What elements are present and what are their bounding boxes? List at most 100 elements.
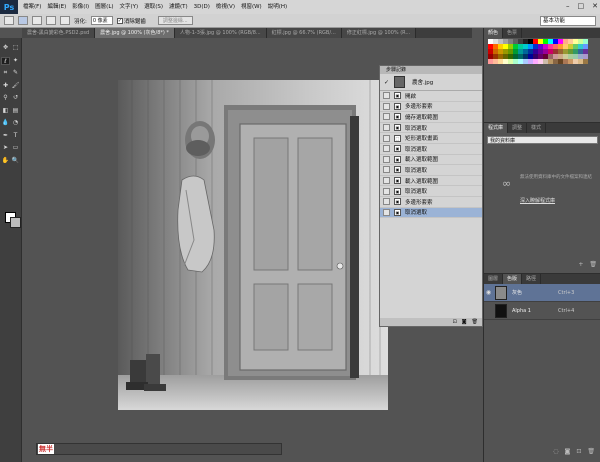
history-item[interactable]: ▣ 取消選取 <box>380 144 482 155</box>
close-button[interactable]: ✕ <box>592 2 598 10</box>
history-item[interactable]: ▣ 儲存選取範圍 <box>380 112 482 123</box>
history-brush-source-box[interactable] <box>383 92 390 100</box>
tab-swatches[interactable]: 色票 <box>503 28 523 38</box>
document-tab[interactable]: 農舍.jpg @ 100% (灰色/8*) * <box>95 28 175 38</box>
history-brush-tool-icon[interactable]: ↺ <box>11 94 20 102</box>
eyedropper-tool-icon[interactable]: ✎ <box>11 69 20 77</box>
brush-tool-icon[interactable]: 🖌 <box>11 82 20 90</box>
background-color-swatch[interactable] <box>10 217 21 228</box>
new-snapshot-icon[interactable]: ◙ <box>462 319 467 325</box>
save-selection-icon[interactable]: ◙ <box>565 448 571 458</box>
document-tab[interactable]: 農舍-黑白變彩色.PSD2.psd <box>22 28 96 38</box>
new-document-from-state-icon[interactable]: ⊡ <box>453 319 457 325</box>
antialias-toggle[interactable]: ✓ 消除鋸齒 <box>116 17 146 25</box>
menu-item[interactable]: 檢視(V) <box>213 0 238 14</box>
zoom-level-field[interactable]: 無半 <box>38 444 54 454</box>
history-item[interactable]: ▣ 載入選取範圍 <box>380 176 482 187</box>
menu-item[interactable]: 影像(I) <box>69 0 92 14</box>
shape-tool-icon[interactable]: ▭ <box>11 144 20 152</box>
history-brush-source-box[interactable] <box>383 187 390 195</box>
workspace-select[interactable]: 基本功能 <box>540 16 596 26</box>
blur-tool-icon[interactable]: 💧 <box>1 119 10 127</box>
lasso-tool-icon[interactable]: ℓ <box>1 56 10 65</box>
menu-item[interactable]: 濾鏡(T) <box>166 0 191 14</box>
menu-item[interactable]: 文字(Y) <box>117 0 142 14</box>
history-brush-source-box[interactable] <box>383 155 390 163</box>
library-select[interactable]: 我的資料庫 <box>487 136 598 144</box>
eraser-tool-icon[interactable]: ◧ <box>1 107 10 115</box>
history-brush-source-box[interactable] <box>383 113 390 121</box>
history-brush-source-box[interactable] <box>383 166 390 174</box>
document-tab[interactable]: 紅標.jpg @ 66.7% (RGB/... <box>266 28 342 38</box>
history-item[interactable]: ⬚ 矩形選取畫面 <box>380 133 482 144</box>
marquee-tool-icon[interactable]: ⬚ <box>11 44 20 52</box>
document-tab[interactable]: 修正紅標.jpg @ 100% (R... <box>341 28 417 38</box>
new-selection-button[interactable] <box>18 16 28 25</box>
history-snapshot[interactable]: ✓ 農舍.jpg <box>380 74 482 91</box>
tab-adjustments[interactable]: 調整 <box>508 123 528 133</box>
tab-paths[interactable]: 路徑 <box>522 274 542 284</box>
history-brush-source-box[interactable] <box>383 198 390 206</box>
channel-row[interactable]: ◉ 灰色 Ctrl+3 <box>484 284 600 302</box>
menu-item[interactable]: 圖層(L) <box>92 0 116 14</box>
tab-color[interactable]: 顏色 <box>484 28 504 38</box>
maximize-button[interactable]: □ <box>578 2 585 10</box>
history-brush-source-box[interactable] <box>383 208 390 216</box>
zoom-tool-icon[interactable]: 🔍 <box>11 157 20 165</box>
clone-stamp-tool-icon[interactable]: ⚲ <box>1 94 10 102</box>
feather-input[interactable]: 0 像素 <box>90 16 113 25</box>
tab-styles[interactable]: 樣式 <box>527 123 547 133</box>
intersect-selection-button[interactable] <box>60 16 70 25</box>
tab-libraries[interactable]: 程式庫 <box>484 123 509 133</box>
history-item[interactable]: ▣ 開啟 <box>380 91 482 102</box>
lasso-preset-picker[interactable] <box>4 16 14 25</box>
history-item[interactable]: ▣ 多邊形套索 <box>380 102 482 113</box>
pen-tool-icon[interactable]: ✒ <box>1 132 10 140</box>
history-item[interactable]: ▣ 載入選取範圍 <box>380 155 482 166</box>
channel-row[interactable]: Alpha 1 Ctrl+4 <box>484 302 600 320</box>
healing-tool-icon[interactable]: ✚ <box>1 82 10 90</box>
tab-layers[interactable]: 圖層 <box>484 274 504 284</box>
history-item[interactable]: ▣ 取消選取 <box>380 207 482 219</box>
delete-state-icon[interactable]: 🗑 <box>472 319 478 325</box>
color-swatch[interactable] <box>583 59 588 64</box>
add-selection-button[interactable] <box>32 16 42 25</box>
menu-item[interactable]: 說明(H) <box>265 0 290 14</box>
type-tool-icon[interactable]: T <box>11 132 20 140</box>
menu-item[interactable]: 檔案(F) <box>20 0 44 14</box>
history-brush-source-box[interactable] <box>383 102 390 110</box>
menu-item[interactable]: 3D(D) <box>191 0 213 14</box>
path-select-tool-icon[interactable]: ➤ <box>1 144 10 152</box>
load-channel-selection-icon[interactable]: ◌ <box>553 448 558 458</box>
move-tool-icon[interactable]: ✥ <box>1 44 10 52</box>
document-tab[interactable]: 人物-1-3張.jpg @ 100% (RGB/8... <box>174 28 267 38</box>
history-item[interactable]: ▣ 取消選取 <box>380 165 482 176</box>
history-brush-source-box[interactable] <box>383 124 390 132</box>
history-item[interactable]: ▣ 取消選取 <box>380 123 482 134</box>
library-learn-more-link[interactable]: 深入瞭解程式庫 <box>520 197 555 204</box>
history-brush-source-box[interactable] <box>383 134 390 142</box>
history-item[interactable]: ▣ 取消選取 <box>380 186 482 197</box>
minimize-button[interactable]: – <box>566 2 570 10</box>
hand-tool-icon[interactable]: ✋ <box>1 157 10 165</box>
delete-channel-icon[interactable]: 🗑 <box>587 448 595 458</box>
gradient-tool-icon[interactable]: ▤ <box>11 107 20 115</box>
history-brush-source-box[interactable] <box>383 145 390 153</box>
menu-item[interactable]: 視窗(W) <box>238 0 265 14</box>
magic-wand-tool-icon[interactable]: ✦ <box>11 57 20 65</box>
dodge-tool-icon[interactable]: ◔ <box>11 119 20 127</box>
document-canvas[interactable] <box>118 80 388 410</box>
menu-item[interactable]: 選取(S) <box>141 0 166 14</box>
tab-channels[interactable]: 色版 <box>503 274 523 284</box>
add-library-icon[interactable]: + <box>578 261 583 271</box>
delete-library-icon[interactable]: 🗑 <box>589 261 597 271</box>
crop-tool-icon[interactable]: ⌗ <box>1 69 10 77</box>
subtract-selection-button[interactable] <box>46 16 56 25</box>
new-channel-icon[interactable]: ⊡ <box>576 448 581 458</box>
refine-edge-button[interactable]: 調整邊緣... <box>157 16 193 25</box>
antialias-checkbox[interactable]: ✓ <box>116 17 123 24</box>
menu-item[interactable]: 編輯(E) <box>44 0 69 14</box>
history-brush-source-box[interactable] <box>383 177 390 185</box>
history-item[interactable]: ▣ 多邊形套索 <box>380 197 482 208</box>
visibility-eye-icon[interactable]: ◉ <box>484 289 493 296</box>
